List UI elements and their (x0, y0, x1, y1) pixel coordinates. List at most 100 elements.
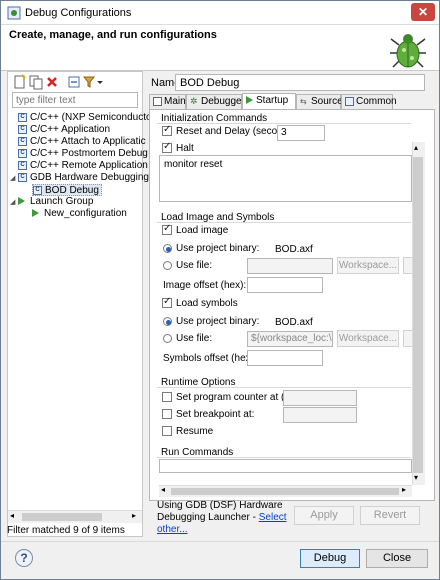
symbols-binary-value: BOD.axf (275, 317, 313, 328)
divider (157, 457, 411, 458)
scroll-left-icon[interactable]: ◂ (161, 485, 165, 494)
bug-icon (390, 34, 426, 68)
scroll-left-icon[interactable]: ◂ (10, 511, 14, 520)
c-config-icon: C (18, 136, 27, 146)
tab-common[interactable]: Common (341, 94, 397, 109)
image-offset-input[interactable] (247, 277, 323, 293)
collapse-all-icon[interactable] (66, 74, 82, 90)
image-file-input[interactable] (247, 258, 333, 274)
divider (1, 541, 439, 542)
checkbox-checked[interactable] (162, 223, 172, 236)
expanded-chevron-icon[interactable]: ◢ (10, 197, 18, 209)
launch-icon (32, 209, 39, 218)
tree-item-attach[interactable]: C C/C++ Attach to Applicatic (18, 136, 146, 148)
panel-horizontal-scrollbar[interactable]: ◂ ▸ (159, 485, 412, 497)
config-tabs: Main ✲ Debugger Startup ⇆ Source Common (149, 93, 435, 110)
startup-icon (246, 96, 253, 105)
debugger-bug-icon: ✲ (190, 95, 198, 106)
debug-window-icon (7, 6, 21, 20)
debug-configurations-window: Debug Configurations ✕ Create, manage, a… (0, 0, 440, 580)
tree-item-gdb-hardware[interactable]: ◢ C GDB Hardware Debugging (10, 172, 149, 184)
new-configuration-icon[interactable] (12, 74, 28, 90)
close-window-button[interactable]: ✕ (411, 3, 435, 21)
c-config-icon: C (18, 148, 27, 158)
filter-status-text: Filter matched 9 of 9 items (7, 525, 125, 536)
c-config-icon: C (18, 172, 27, 182)
close-button[interactable]: Close (366, 549, 428, 568)
radio-selected[interactable] (163, 243, 172, 253)
reset-delay-input[interactable]: 3 (277, 125, 325, 141)
filter-menu-chevron-down-icon[interactable] (96, 74, 104, 90)
image-binary-value: BOD.axf (275, 244, 313, 255)
scroll-right-icon[interactable]: ▸ (402, 485, 406, 494)
common-icon (345, 96, 354, 106)
scroll-down-icon[interactable]: ▾ (414, 473, 418, 482)
dialog-header: Create, manage, and run configurations (1, 25, 439, 71)
set-breakpoint-input[interactable] (283, 407, 357, 423)
debug-button[interactable]: Debug (300, 549, 360, 568)
tree-item-new-configuration[interactable]: New_configuration (32, 208, 127, 220)
scrollbar-thumb[interactable] (22, 513, 102, 521)
delete-icon[interactable] (44, 74, 60, 90)
dialog-header-title: Create, manage, and run configurations (9, 29, 217, 41)
image-workspace-button[interactable]: Workspace... (337, 257, 399, 274)
radio-selected[interactable] (163, 316, 172, 326)
set-pc-input[interactable] (283, 390, 357, 406)
name-input[interactable] (175, 74, 425, 91)
run-commands-textarea[interactable] (159, 459, 412, 473)
divider (157, 387, 411, 388)
radio-unselected[interactable] (163, 333, 172, 343)
resume-checkbox[interactable]: Resume (162, 426, 213, 437)
checkbox-unchecked[interactable] (162, 426, 172, 437)
symbols-offset-label: Symbols offset (hex): (163, 353, 257, 364)
vertical-scrollbar-thumb[interactable] (413, 157, 423, 473)
checkbox-checked[interactable] (162, 141, 172, 154)
symbols-workspace-button[interactable]: Workspace... (337, 330, 399, 347)
expanded-chevron-icon[interactable]: ◢ (10, 173, 18, 185)
scrollbar-thumb[interactable] (171, 488, 399, 495)
c-config-icon: C (18, 112, 27, 122)
help-icon[interactable]: ? (15, 549, 33, 567)
tree-item-bod-debug[interactable]: C BOD Debug (32, 184, 102, 196)
horizontal-scrollbar[interactable]: ◂ ▸ (8, 510, 142, 523)
symbols-use-project-binary-radio[interactable]: Use project binary: (163, 316, 259, 327)
tree-item-nxp[interactable]: C C/C++ (NXP Semiconducto (18, 112, 152, 124)
revert-button[interactable]: Revert (360, 506, 420, 525)
divider (157, 222, 411, 223)
filter-input[interactable] (12, 92, 138, 108)
tree-item-remote[interactable]: C C/C++ Remote Application (18, 160, 148, 172)
symbols-file-input[interactable]: ${workspace_loc:\BOD\ (247, 331, 333, 347)
configuration-list-panel: CC/C++ (NXP Semiconducto CC/C++ Applicat… (7, 71, 152, 537)
c-config-icon: C (33, 185, 42, 195)
checkbox-unchecked[interactable] (162, 409, 172, 420)
symbols-use-file-radio[interactable]: Use file: (163, 333, 212, 344)
title-bar: Debug Configurations ✕ (1, 1, 439, 25)
tab-debugger[interactable]: ✲ Debugger (186, 94, 245, 109)
checkbox-unchecked[interactable] (162, 392, 172, 403)
halt-checkbox[interactable]: Halt (162, 141, 194, 154)
tree-item-launch-group[interactable]: ◢ Launch Group (10, 196, 93, 208)
tree-item-postmortem[interactable]: C C/C++ Postmortem Debug (18, 148, 148, 160)
load-symbols-checkbox[interactable]: Load symbols (162, 296, 238, 309)
checkbox-checked[interactable] (162, 124, 172, 137)
apply-button[interactable]: Apply (294, 506, 354, 525)
image-use-file-radio[interactable]: Use file: (163, 260, 212, 271)
scroll-up-icon[interactable]: ▴ (414, 143, 418, 152)
image-offset-label: Image offset (hex): (163, 280, 247, 291)
radio-unselected[interactable] (163, 260, 172, 270)
tab-main[interactable]: Main (149, 94, 186, 109)
checkbox-checked[interactable] (162, 296, 172, 309)
tab-source[interactable]: ⇆ Source (296, 94, 343, 109)
tab-startup[interactable]: Startup (242, 93, 296, 110)
window-title: Debug Configurations (25, 7, 132, 19)
symbols-offset-input[interactable] (247, 350, 323, 366)
duplicate-icon[interactable] (28, 74, 44, 90)
source-icon: ⇆ (300, 96, 307, 106)
tree-item-c-application[interactable]: C C/C++ Application (18, 124, 110, 136)
init-commands-textarea[interactable]: monitor reset (159, 155, 412, 202)
load-image-checkbox[interactable]: Load image (162, 223, 228, 236)
image-use-project-binary-radio[interactable]: Use project binary: (163, 243, 259, 254)
set-breakpoint-checkbox[interactable]: Set breakpoint at: (162, 409, 254, 420)
divider (157, 123, 411, 124)
scroll-right-icon[interactable]: ▸ (132, 511, 136, 520)
